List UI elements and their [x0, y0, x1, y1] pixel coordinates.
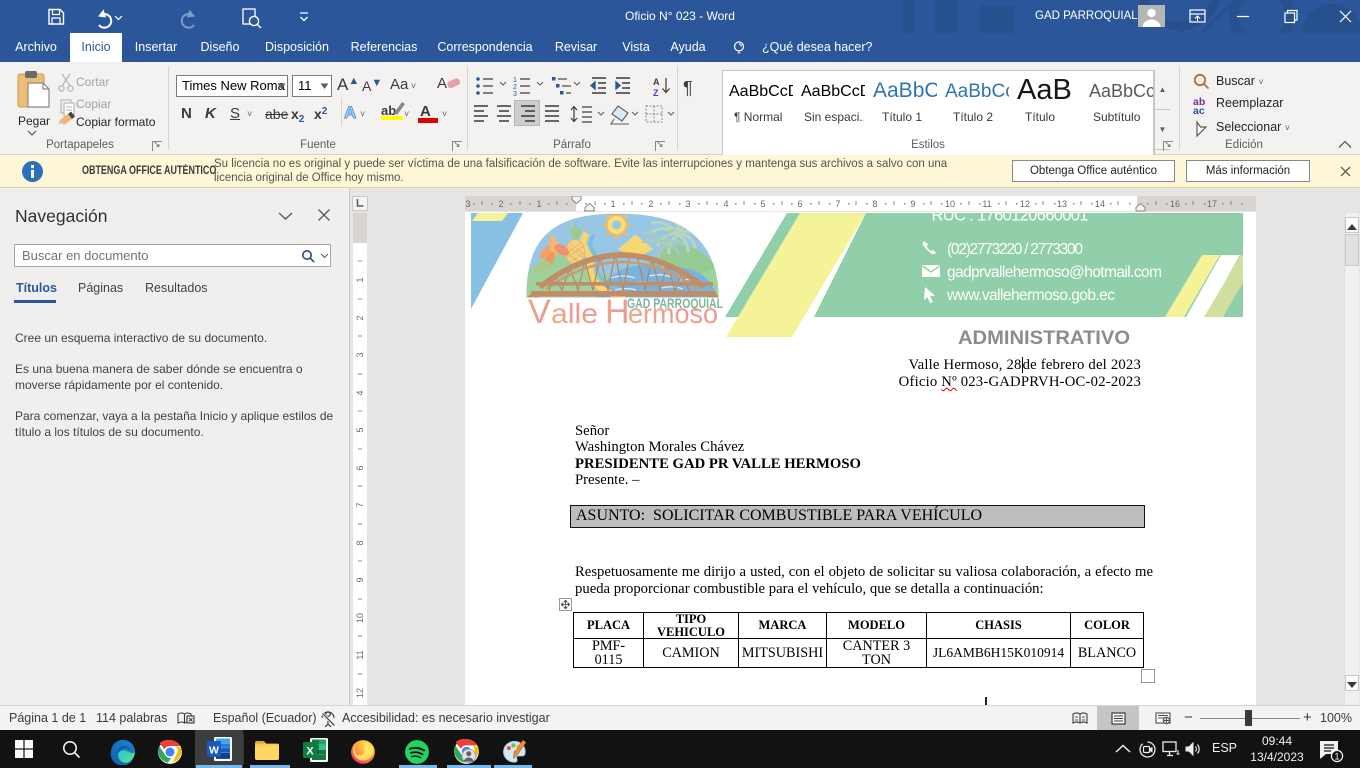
- svg-text:11: 11: [982, 199, 991, 209]
- svg-text:13: 13: [1057, 199, 1067, 209]
- svg-text:1: 1: [610, 199, 615, 209]
- svg-text:10: 10: [355, 613, 365, 623]
- svg-text:ADMINISTRATIVO: ADMINISTRATIVO: [958, 327, 1130, 349]
- svg-text:3: 3: [685, 199, 690, 209]
- svg-text:12: 12: [355, 688, 365, 698]
- svg-text:ac: ac: [1193, 105, 1205, 117]
- svg-text:3: 3: [465, 199, 470, 209]
- svg-text:8: 8: [355, 540, 365, 545]
- svg-text:5: 5: [760, 199, 765, 209]
- svg-text:14: 14: [1095, 199, 1105, 209]
- svg-text:12: 12: [1020, 199, 1030, 209]
- svg-text:4: 4: [355, 390, 365, 395]
- svg-text:¶: ¶: [683, 78, 693, 98]
- svg-text:1: 1: [513, 77, 517, 84]
- svg-text:3: 3: [355, 352, 365, 357]
- svg-text:6: 6: [797, 199, 802, 209]
- svg-text:17: 17: [1207, 199, 1217, 209]
- svg-text:A: A: [653, 77, 660, 87]
- svg-text:7: 7: [835, 199, 840, 209]
- svg-text:Z: Z: [653, 88, 659, 98]
- svg-text:2: 2: [513, 84, 517, 91]
- svg-text:11: 11: [355, 650, 365, 659]
- svg-text:2: 2: [498, 199, 503, 209]
- svg-text:6: 6: [355, 465, 365, 470]
- svg-text:9: 9: [355, 577, 365, 582]
- svg-text:4: 4: [723, 199, 728, 209]
- svg-text:X: X: [306, 746, 314, 758]
- svg-text:1: 1: [536, 199, 541, 209]
- svg-text:2: 2: [355, 315, 365, 320]
- svg-text:5: 5: [355, 427, 365, 432]
- svg-text:3: 3: [513, 91, 517, 98]
- svg-text:7: 7: [355, 502, 365, 507]
- svg-text:1: 1: [1334, 752, 1339, 762]
- svg-text:8: 8: [872, 199, 877, 209]
- svg-text:W: W: [209, 745, 219, 757]
- svg-text:2: 2: [648, 199, 653, 209]
- svg-text:16: 16: [1170, 199, 1180, 209]
- svg-text:9: 9: [910, 199, 915, 209]
- svg-text:1: 1: [355, 277, 365, 282]
- svg-text:10: 10: [945, 199, 955, 209]
